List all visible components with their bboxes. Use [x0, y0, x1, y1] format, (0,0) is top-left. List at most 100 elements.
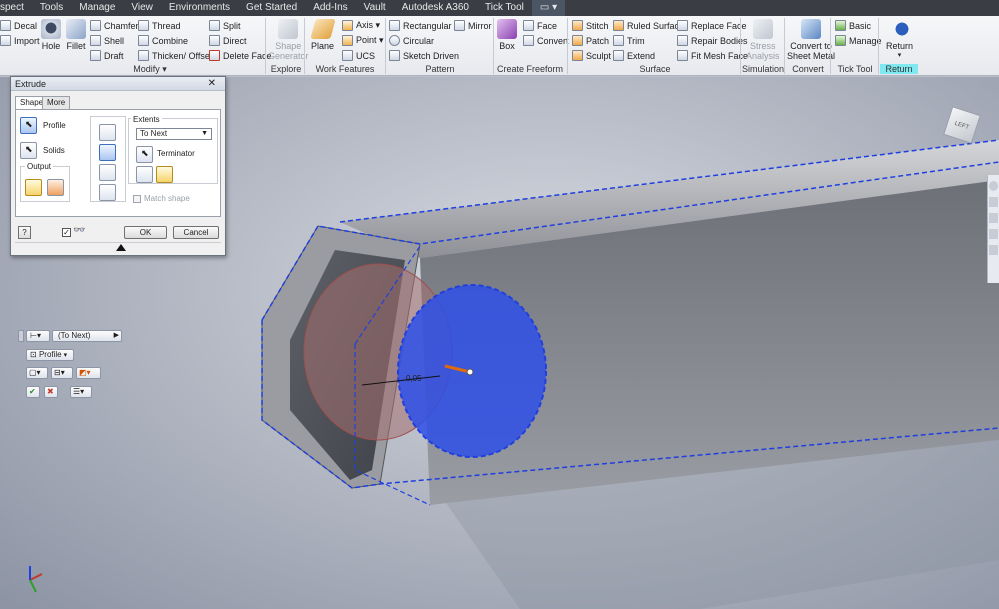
- direct-button[interactable]: Direct: [209, 35, 247, 46]
- new-solid-button[interactable]: [99, 184, 116, 201]
- dimension-value[interactable]: 0,05: [406, 374, 422, 383]
- stitch-button[interactable]: Stitch: [572, 20, 609, 31]
- orbit-icon[interactable]: [989, 229, 998, 239]
- convert-freeform-button[interactable]: Convert: [523, 35, 569, 46]
- separator: [740, 18, 741, 74]
- axis-button[interactable]: Axis ▾: [342, 20, 380, 31]
- plane-button[interactable]: Plane: [309, 19, 336, 51]
- face-button[interactable]: Face: [523, 20, 557, 31]
- pan-icon[interactable]: [989, 197, 998, 207]
- modify-group-label[interactable]: Modify ▾: [120, 64, 180, 75]
- direction-1-button[interactable]: [136, 166, 153, 183]
- profile-select-button[interactable]: ⬉: [20, 117, 37, 134]
- output-solid-button[interactable]: [25, 179, 42, 196]
- minitoolbar-grip[interactable]: [18, 330, 24, 342]
- direction-dropdown[interactable]: ⊟▾: [51, 367, 73, 379]
- shell-label: Shell: [104, 35, 125, 46]
- axis-label: Axis ▾: [356, 20, 381, 30]
- intersect-button[interactable]: [99, 164, 116, 181]
- dialog-close-button[interactable]: ✕: [208, 77, 216, 90]
- thicken-offset-button[interactable]: Thicken/ Offset: [138, 50, 212, 61]
- stress-analysis-button[interactable]: Stress Analysis: [746, 19, 780, 61]
- split-button[interactable]: Split: [209, 20, 241, 31]
- steering-wheel-icon[interactable]: [989, 181, 998, 191]
- ucs-button[interactable]: UCS: [342, 50, 375, 61]
- preview-checkbox[interactable]: ✓: [62, 228, 71, 237]
- draft-button[interactable]: Draft: [90, 50, 124, 61]
- replace-face-button[interactable]: Replace Face: [677, 20, 747, 31]
- sculpt-button[interactable]: Sculpt: [572, 50, 611, 61]
- menu-vault[interactable]: Vault: [356, 0, 394, 16]
- menu-get-started[interactable]: Get Started: [238, 0, 305, 16]
- ucs-label: UCS: [356, 50, 376, 61]
- basic-button[interactable]: Basic: [835, 20, 871, 31]
- options-dropdown[interactable]: ☰▾: [70, 386, 92, 398]
- circular-pattern-button[interactable]: Circular: [389, 35, 434, 46]
- patch-button[interactable]: Patch: [572, 35, 609, 46]
- look-at-icon[interactable]: [989, 245, 998, 255]
- output-dropdown[interactable]: ▢▾: [26, 367, 48, 379]
- menu-add-ins[interactable]: Add-Ins: [305, 0, 355, 16]
- ruled-surface-button[interactable]: Ruled Surface: [613, 20, 684, 31]
- return-button[interactable]: Return ▾: [886, 19, 913, 61]
- extent-value-dropdown[interactable]: (To Next) ▶: [52, 330, 122, 342]
- dialog-title[interactable]: Extrude: [11, 77, 225, 91]
- cancel-x-button[interactable]: ✖: [44, 386, 58, 398]
- shape-generator-button[interactable]: Shape Generator: [268, 19, 309, 61]
- output-label: Output: [25, 162, 54, 171]
- profile-selector[interactable]: ⊡ Profile ▾: [26, 349, 74, 361]
- combine-button[interactable]: Combine: [138, 35, 188, 46]
- match-shape-checkbox[interactable]: [133, 195, 141, 203]
- shell-button[interactable]: Shell: [90, 35, 124, 46]
- solids-select-button[interactable]: ⬉: [20, 142, 37, 159]
- extent-type-dropdown[interactable]: ⊢▾: [26, 330, 50, 342]
- trim-button[interactable]: Trim: [613, 35, 645, 46]
- cancel-button[interactable]: Cancel: [173, 226, 219, 239]
- help-button[interactable]: ?: [18, 226, 31, 239]
- menu-inspect[interactable]: spect: [0, 0, 32, 16]
- manage-tick-button[interactable]: Manage: [835, 35, 882, 46]
- chamfer-button[interactable]: Chamfer: [90, 20, 139, 31]
- ok-check-button[interactable]: ✔: [26, 386, 40, 398]
- fit-mesh-face-button[interactable]: Fit Mesh Face: [677, 50, 748, 61]
- mirror-button[interactable]: Mirror: [454, 20, 492, 31]
- repair-bodies-button[interactable]: Repair Bodies: [677, 35, 748, 46]
- sketch-driven-pattern-button[interactable]: Sketch Driven: [389, 50, 459, 61]
- basic-label: Basic: [849, 20, 872, 31]
- menu-extra-dropdown[interactable]: ▭ ▾: [531, 0, 566, 16]
- import-button[interactable]: Import: [0, 35, 40, 46]
- separator: [784, 18, 785, 74]
- menu-autodesk-a360[interactable]: Autodesk A360: [394, 0, 477, 16]
- separator: [878, 18, 879, 74]
- box-button[interactable]: Box: [497, 19, 517, 51]
- create-freeform-group-label: Create Freeform: [497, 64, 564, 74]
- ok-button[interactable]: OK: [124, 226, 167, 239]
- direction-2-button[interactable]: [156, 166, 173, 183]
- rectangular-pattern-button[interactable]: Rectangular: [389, 20, 452, 31]
- menu-view[interactable]: View: [123, 0, 161, 16]
- dialog-expand-grip[interactable]: [15, 242, 221, 252]
- thread-button[interactable]: Thread: [138, 20, 181, 31]
- patch-label: Patch: [586, 35, 610, 46]
- point-button[interactable]: Point ▾: [342, 35, 384, 46]
- hole-button[interactable]: Hole: [41, 19, 61, 51]
- menu-manage[interactable]: Manage: [71, 0, 123, 16]
- fillet-button[interactable]: Fillet: [66, 19, 86, 51]
- extend-button[interactable]: Extend: [613, 50, 655, 61]
- decal-button[interactable]: Decal: [0, 20, 37, 31]
- menu-tools[interactable]: Tools: [32, 0, 71, 16]
- manipulator-handle[interactable]: [466, 368, 474, 376]
- output-surface-button[interactable]: [47, 179, 64, 196]
- direct-label: Direct: [223, 35, 247, 46]
- delete-face-button[interactable]: Delete Face: [209, 50, 272, 61]
- menu-environments[interactable]: Environments: [161, 0, 238, 16]
- extents-dropdown[interactable]: To Next ▼: [136, 128, 212, 140]
- tab-more[interactable]: More: [42, 96, 71, 109]
- zoom-icon[interactable]: [989, 213, 998, 223]
- menu-tick-tool[interactable]: Tick Tool: [477, 0, 532, 16]
- cut-button[interactable]: [99, 144, 116, 161]
- convert-to-sheet-metal-button[interactable]: Convert to Sheet Metal: [787, 19, 835, 61]
- boolean-dropdown[interactable]: ◩▾: [76, 367, 101, 379]
- terminator-select-button[interactable]: ⬉: [136, 146, 153, 163]
- join-button[interactable]: [99, 124, 116, 141]
